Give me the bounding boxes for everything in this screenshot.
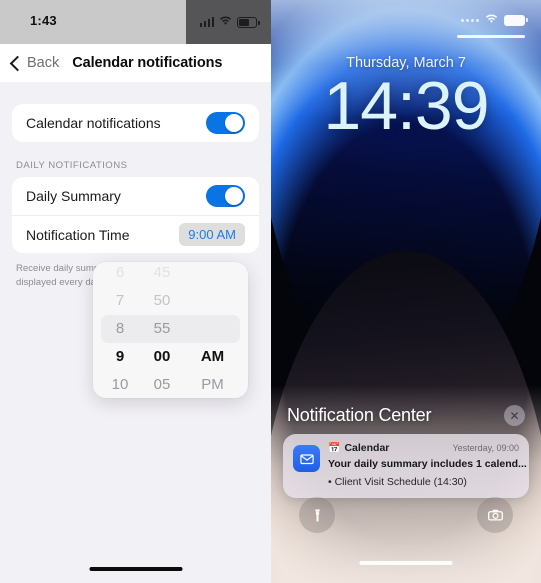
flashlight-icon[interactable] xyxy=(299,497,335,533)
picker-meridiem-option[interactable]: PM xyxy=(185,371,240,398)
battery-icon xyxy=(504,14,528,26)
cellular-signal-icon xyxy=(199,17,215,27)
notification-time-value[interactable]: 9:00 AM xyxy=(179,223,245,246)
row-daily-summary[interactable]: Daily Summary xyxy=(12,177,259,215)
calendar-notifications-toggle[interactable] xyxy=(206,112,245,134)
envelope-icon xyxy=(293,445,320,472)
picker-minute-option[interactable]: 55 xyxy=(139,315,185,343)
picker-hour-option[interactable]: 6 xyxy=(101,262,139,287)
wifi-icon xyxy=(219,16,232,28)
section-header-daily-notifications: DAILY NOTIFICATIONS xyxy=(16,160,128,171)
home-indicator[interactable] xyxy=(359,560,453,565)
notification-time-label: Notification Time xyxy=(26,226,130,243)
notification-item[interactable]: 📅 Calendar Yesterday, 09:00 Your daily s… xyxy=(283,434,529,498)
time-picker-meridiem-column[interactable]: AM PM xyxy=(185,262,240,398)
close-icon[interactable]: ✕ xyxy=(504,405,525,426)
time-picker-hour-column[interactable]: 6 7 8 9 10 11 12 xyxy=(101,262,139,398)
close-glyph: ✕ xyxy=(509,408,520,423)
picker-hour-option[interactable]: 8 xyxy=(101,315,139,343)
notification-meta-row: 📅 Calendar Yesterday, 09:00 xyxy=(328,442,519,454)
camera-icon[interactable] xyxy=(477,497,513,533)
notification-subtitle: • Client Visit Schedule (14:30) xyxy=(328,476,467,488)
row-calendar-notifications[interactable]: Calendar notifications xyxy=(12,104,259,142)
notification-app-name: Calendar xyxy=(344,442,390,454)
picker-hour-selected[interactable]: 9 xyxy=(101,343,139,371)
row-notification-time[interactable]: Notification Time 9:00 AM xyxy=(12,215,259,253)
toggle-knob xyxy=(224,186,244,206)
notification-center: Notification Center ✕ 📅 Calendar Yesterd… xyxy=(271,405,541,498)
picker-hour-option[interactable]: 7 xyxy=(101,287,139,315)
back-button-label: Back xyxy=(27,55,60,71)
picker-hour-option[interactable]: 10 xyxy=(101,371,139,398)
lock-screen-clock: 14:39 xyxy=(323,68,489,144)
back-button[interactable]: Back xyxy=(9,55,60,71)
calendar-emoji: 📅 xyxy=(328,442,341,454)
notification-center-header: Notification Center ✕ xyxy=(283,405,529,434)
notification-timestamp: Yesterday, 09:00 xyxy=(452,443,519,453)
status-bar-underline xyxy=(457,35,525,38)
picker-minute-selected[interactable]: 00 xyxy=(139,343,185,371)
status-bar: 1:43 . xyxy=(0,0,271,44)
lock-status-bar xyxy=(461,14,528,26)
calendar-notifications-label: Calendar notifications xyxy=(26,115,161,131)
notification-app: 📅 Calendar xyxy=(328,442,389,454)
time-picker-minute-column[interactable]: 45 50 55 00 05 10 15 xyxy=(139,262,185,398)
lock-screen-phone: Thursday, March 7 14:39 Notification Cen… xyxy=(271,0,541,583)
status-bar-time: 1:43 xyxy=(30,13,57,28)
battery-icon: . xyxy=(237,16,260,28)
calendar-notifications-card: Calendar notifications xyxy=(12,104,259,142)
navigation-bar: Back Calendar notifications xyxy=(0,44,271,82)
time-picker-popover[interactable]: 6 7 8 9 10 11 12 45 50 55 00 05 10 15 xyxy=(93,262,248,398)
status-bar-indicators: . xyxy=(186,0,271,44)
notification-center-title: Notification Center xyxy=(287,405,432,425)
daily-notifications-card: Daily Summary Notification Time 9:00 AM xyxy=(12,177,259,253)
picker-minute-option[interactable]: 05 xyxy=(139,371,185,398)
notification-body: 📅 Calendar Yesterday, 09:00 Your daily s… xyxy=(328,442,527,490)
notification-title: Your daily summary includes 1 calend... xyxy=(328,458,527,470)
picker-meridiem-selected[interactable]: AM xyxy=(185,343,240,371)
settings-phone: 1:43 . Back Calendar notifications Calen… xyxy=(0,0,271,583)
picker-minute-option[interactable]: 45 xyxy=(139,262,185,287)
daily-summary-toggle[interactable] xyxy=(206,185,245,207)
dual-phone-screenshot: 1:43 . Back Calendar notifications Calen… xyxy=(0,0,541,583)
daily-summary-label: Daily Summary xyxy=(26,188,121,204)
wifi-icon xyxy=(485,14,498,26)
home-indicator[interactable] xyxy=(89,566,182,571)
page-title: Calendar notifications xyxy=(72,55,223,71)
toggle-knob xyxy=(224,113,244,133)
lock-screen-actions xyxy=(271,497,541,533)
picker-minute-option[interactable]: 50 xyxy=(139,287,185,315)
signal-dots-icon xyxy=(461,18,479,22)
chevron-left-icon xyxy=(9,55,26,71)
